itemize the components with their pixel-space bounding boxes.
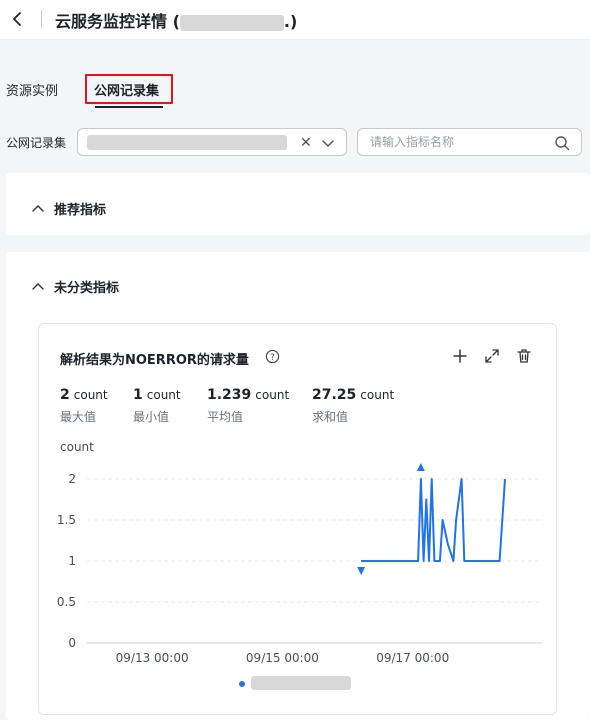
- series-line: [361, 478, 506, 562]
- y-tick-label: 1.5: [57, 513, 76, 527]
- metric-card: 解析结果为NOERROR的请求量 ? 2 count 最大值 1 count 最小值…: [38, 323, 557, 715]
- stat-max-value: 2: [60, 387, 70, 403]
- stat-max-label: 最大值: [60, 410, 97, 424]
- stat-avg-unit: count: [255, 388, 290, 402]
- header-divider: [41, 10, 42, 28]
- stat-avg: 1.239 count 平均值: [207, 384, 290, 424]
- chevron-down-icon[interactable]: [320, 135, 336, 151]
- y-tick-label: 2: [68, 472, 76, 486]
- tab-resource-instances[interactable]: 资源实例: [6, 80, 58, 99]
- stat-avg-value: 1.239: [207, 387, 252, 403]
- uncategorized-metrics-panel: 未分类指标 解析结果为NOERROR的请求量 ? 2 count 最大值 1 cou…: [6, 252, 590, 720]
- x-tick-label: 09/17 00:00: [376, 651, 449, 665]
- record-set-filter-label: 公网记录集: [6, 136, 67, 150]
- x-tick-label: 09/15 00:00: [246, 651, 319, 665]
- metric-search-input[interactable]: [370, 134, 540, 150]
- stat-min-unit: count: [146, 388, 181, 402]
- delete-icon[interactable]: [515, 347, 533, 365]
- page-title-prefix: 云服务监控详情 (: [55, 12, 180, 31]
- help-icon[interactable]: ?: [265, 349, 280, 364]
- active-tab-indicator: [95, 106, 163, 108]
- stat-min-label: 最小值: [133, 410, 170, 424]
- add-icon[interactable]: [451, 347, 469, 365]
- chevron-up-icon: [32, 205, 44, 212]
- chevron-up-icon: [32, 283, 44, 290]
- metric-line-chart: 0 0.5 1 1.5 2 09/13 00:00 09/15 00:00 09/17 00:…: [57, 463, 543, 665]
- y-tick-label: 1: [68, 554, 76, 568]
- stat-sum-value: 27.25: [312, 387, 357, 403]
- recommended-metrics-panel: 推荐指标: [6, 173, 590, 235]
- clear-icon[interactable]: ✕: [300, 135, 312, 151]
- page-title: 云服务监控详情 (.): [55, 8, 297, 32]
- stat-max: 2 count 最大值: [60, 384, 108, 424]
- chart-y-axis-unit: count: [60, 440, 94, 454]
- legend-marker: [239, 681, 245, 687]
- y-tick-label: 0.5: [57, 595, 76, 609]
- page-header: 云服务监控详情 (.): [0, 0, 590, 40]
- stat-sum: 27.25 count 求和值: [312, 384, 395, 424]
- fullscreen-icon[interactable]: [483, 347, 501, 365]
- svg-text:?: ?: [270, 352, 274, 362]
- stat-sum-unit: count: [360, 388, 395, 402]
- back-arrow-icon[interactable]: [8, 9, 28, 29]
- record-set-selected-value: [87, 135, 287, 150]
- search-icon[interactable]: [554, 135, 570, 151]
- y-tick-label: 0: [68, 636, 76, 650]
- stat-max-unit: count: [73, 388, 108, 402]
- stat-avg-label: 平均值: [207, 410, 244, 424]
- legend-series-name[interactable]: [251, 676, 351, 690]
- metric-card-title: 解析结果为NOERROR的请求量: [60, 353, 249, 368]
- uncategorized-metrics-title: 未分类指标: [54, 281, 120, 296]
- record-set-select[interactable]: ✕: [77, 128, 347, 156]
- max-marker: [416, 463, 425, 471]
- stat-min: 1 count 最小值: [133, 384, 181, 424]
- metric-search-box[interactable]: [357, 128, 582, 156]
- page-title-suffix: .): [283, 12, 298, 31]
- min-marker: [357, 567, 366, 575]
- recommended-metrics-title: 推荐指标: [54, 203, 107, 218]
- stat-min-value: 1: [133, 387, 143, 403]
- x-tick-label: 09/13 00:00: [116, 651, 189, 665]
- stat-sum-label: 求和值: [312, 410, 349, 424]
- highlight-box: [85, 74, 173, 104]
- tab-bar: 资源实例 公网记录集: [0, 40, 590, 112]
- redacted-instance-name: [179, 14, 284, 31]
